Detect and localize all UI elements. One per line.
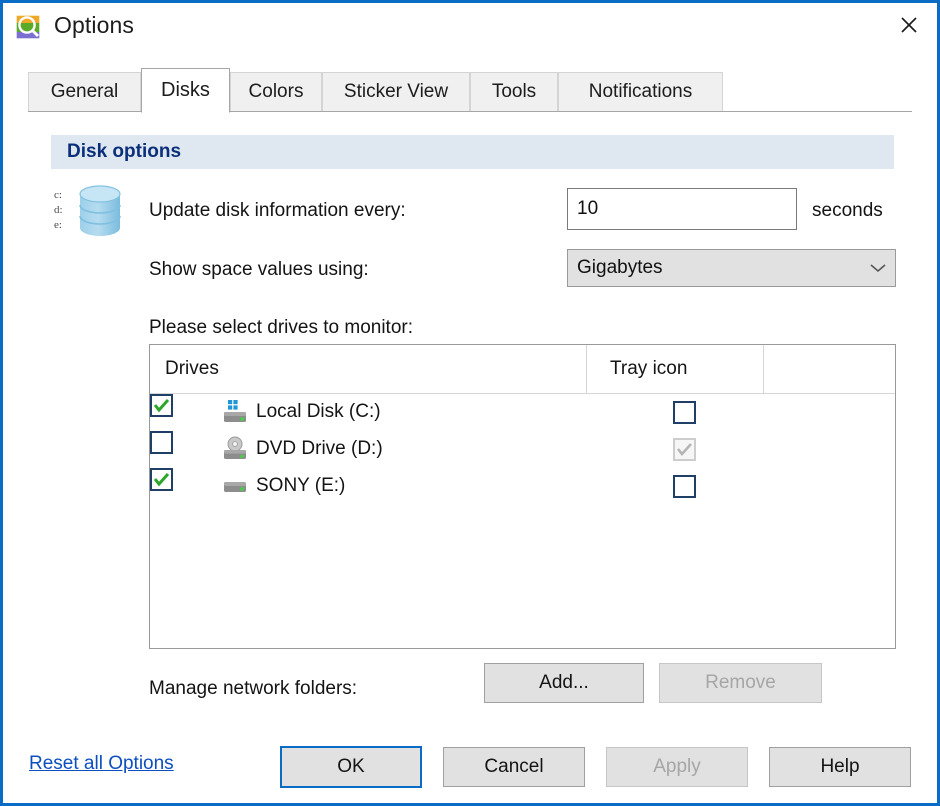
- tray-checkbox-e[interactable]: [673, 475, 696, 498]
- app-magnifier-icon: [14, 12, 44, 42]
- tab-label: General: [50, 81, 119, 102]
- database-cylinder-icon: [74, 184, 126, 247]
- tab-label: Notifications: [588, 81, 693, 102]
- tab-sticker-view[interactable]: Sticker View: [322, 72, 470, 112]
- monitor-checkbox-d[interactable]: [150, 431, 173, 454]
- monitor-checkbox-e[interactable]: [150, 468, 173, 491]
- cancel-button[interactable]: Cancel: [443, 747, 585, 787]
- space-units-label: Show space values using:: [149, 259, 369, 280]
- update-interval-label: Update disk information every:: [149, 200, 406, 221]
- dvd-drive-icon: [222, 436, 248, 462]
- monitor-checkbox-c[interactable]: [150, 394, 173, 417]
- tab-general[interactable]: General: [28, 72, 141, 112]
- help-button-label: Help: [820, 756, 860, 777]
- space-units-select[interactable]: Gigabytes: [567, 249, 896, 287]
- tab-tools[interactable]: Tools: [470, 72, 558, 112]
- column-header-drives: Drives: [165, 358, 219, 379]
- drive-label: DVD Drive (D:): [256, 438, 383, 459]
- table-row[interactable]: DVD Drive (D:): [150, 431, 895, 468]
- tray-checkbox-d: [673, 438, 696, 461]
- column-divider: [586, 345, 587, 393]
- remove-button-label: Remove: [705, 672, 776, 693]
- section-header-label: Disk options: [67, 141, 182, 162]
- manage-network-folders-label: Manage network folders:: [149, 678, 358, 699]
- cancel-button-label: Cancel: [484, 756, 544, 777]
- drive-label: Local Disk (C:): [256, 401, 381, 422]
- drive-letters-text: c: d: e:: [54, 189, 63, 231]
- add-network-folder-button[interactable]: Add...: [484, 663, 644, 703]
- add-button-label: Add...: [539, 672, 589, 693]
- dialog-footer: Reset all Options OK Cancel Apply Help: [3, 738, 937, 803]
- tab-notifications[interactable]: Notifications: [558, 72, 723, 112]
- help-button[interactable]: Help: [769, 747, 911, 787]
- options-dialog: Options General Disks Colors Sticker Vie…: [0, 0, 940, 806]
- window-title: Options: [54, 12, 134, 38]
- column-divider: [763, 345, 764, 393]
- seconds-unit-label: seconds: [812, 200, 883, 221]
- tab-label: Sticker View: [343, 81, 449, 102]
- tab-disks[interactable]: Disks: [141, 68, 230, 113]
- reset-all-options-link[interactable]: Reset all Options: [29, 753, 174, 775]
- tab-label: Disks: [161, 79, 210, 101]
- update-interval-input[interactable]: [567, 188, 797, 230]
- disks-tab-panel: Disk options c: d: e: Update disk inform…: [29, 112, 911, 737]
- apply-button-label: Apply: [653, 756, 701, 777]
- tab-colors[interactable]: Colors: [230, 72, 322, 112]
- ok-button[interactable]: OK: [280, 746, 422, 788]
- tab-label: Colors: [248, 81, 304, 102]
- removable-drive-icon: [222, 473, 248, 499]
- hard-drive-windows-icon: [222, 399, 248, 425]
- column-header-tray-icon: Tray icon: [610, 358, 688, 379]
- drives-list-header: Drives Tray icon: [150, 345, 895, 394]
- close-icon[interactable]: [881, 3, 937, 47]
- select-drives-label: Please select drives to monitor:: [149, 317, 414, 338]
- apply-button: Apply: [606, 747, 748, 787]
- tray-checkbox-c[interactable]: [673, 401, 696, 424]
- tab-label: Tools: [491, 81, 537, 102]
- space-units-value: Gigabytes: [577, 257, 663, 278]
- disk-illustration: c: d: e:: [54, 184, 128, 246]
- table-row[interactable]: SONY (E:): [150, 468, 895, 505]
- table-row[interactable]: Local Disk (C:): [150, 394, 895, 431]
- section-header-disk-options: Disk options: [51, 135, 894, 169]
- drives-list[interactable]: Drives Tray icon Local Disk (C:) DVD Dri…: [149, 344, 896, 649]
- remove-network-folder-button: Remove: [659, 663, 822, 703]
- drive-label: SONY (E:): [256, 475, 346, 496]
- chevron-down-icon: [861, 262, 895, 274]
- title-bar: Options: [3, 3, 937, 53]
- tab-strip: General Disks Colors Sticker View Tools …: [28, 68, 912, 113]
- ok-button-label: OK: [337, 756, 365, 777]
